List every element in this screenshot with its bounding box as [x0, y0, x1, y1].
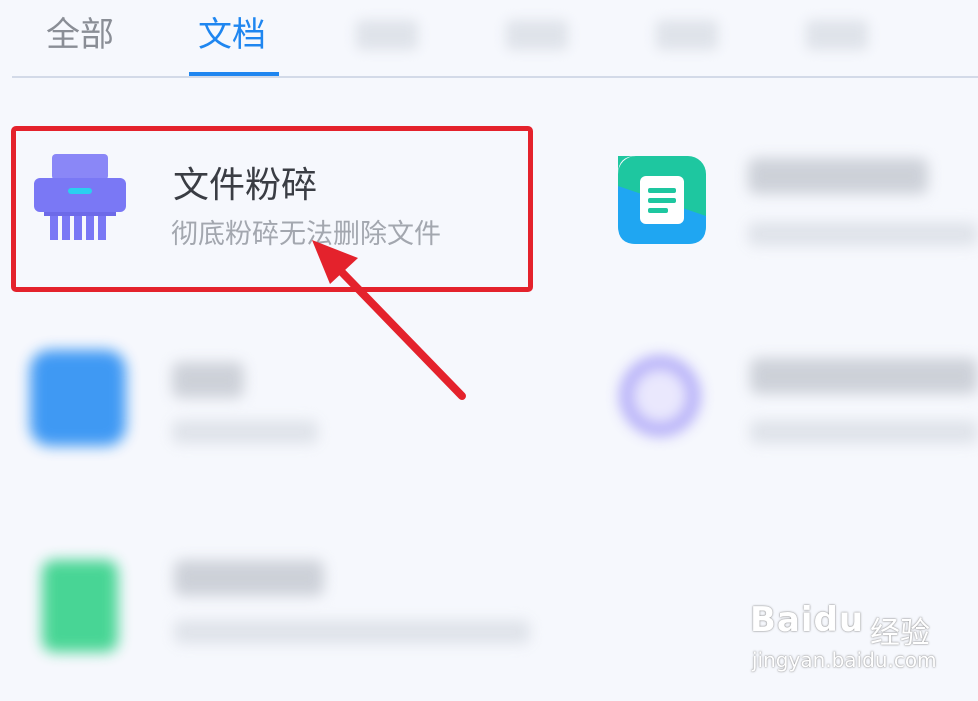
app-item-blurred-topright[interactable] — [618, 156, 978, 246]
tab-all[interactable]: 全部 — [46, 10, 114, 60]
app-title: 文件粉碎 — [173, 165, 318, 206]
app-item-blurred-midleft[interactable] — [30, 350, 390, 450]
app-item-file-shredder[interactable]: 文件粉碎 彻底粉碎无法删除文件 — [30, 148, 520, 258]
tab-blurred-4[interactable] — [806, 20, 868, 50]
tab-divider — [12, 76, 978, 78]
tab-blurred-1[interactable] — [356, 20, 418, 50]
tab-blurred-2[interactable] — [506, 20, 568, 50]
shredder-icon — [34, 154, 126, 240]
tab-blurred-3[interactable] — [656, 20, 718, 50]
watermark-suffix: 经验 — [870, 616, 930, 651]
blurred-app-icon — [30, 350, 126, 446]
app-item-blurred-bottomleft[interactable] — [30, 550, 550, 660]
blurred-app-icon — [42, 560, 118, 652]
watermark-logo: Baidu — [750, 600, 865, 640]
tab-bar: 全部 文档 — [0, 0, 978, 78]
app-item-blurred-midright[interactable] — [610, 350, 978, 450]
document-app-icon — [618, 156, 706, 244]
blurred-app-icon — [620, 356, 700, 436]
tab-documents[interactable]: 文档 — [198, 10, 266, 60]
app-subtitle: 彻底粉碎无法删除文件 — [171, 219, 441, 250]
watermark-url: jingyan.baidu.com — [752, 648, 937, 672]
baidu-jingyan-watermark: Baidu 经验 jingyan.baidu.com — [750, 600, 937, 680]
